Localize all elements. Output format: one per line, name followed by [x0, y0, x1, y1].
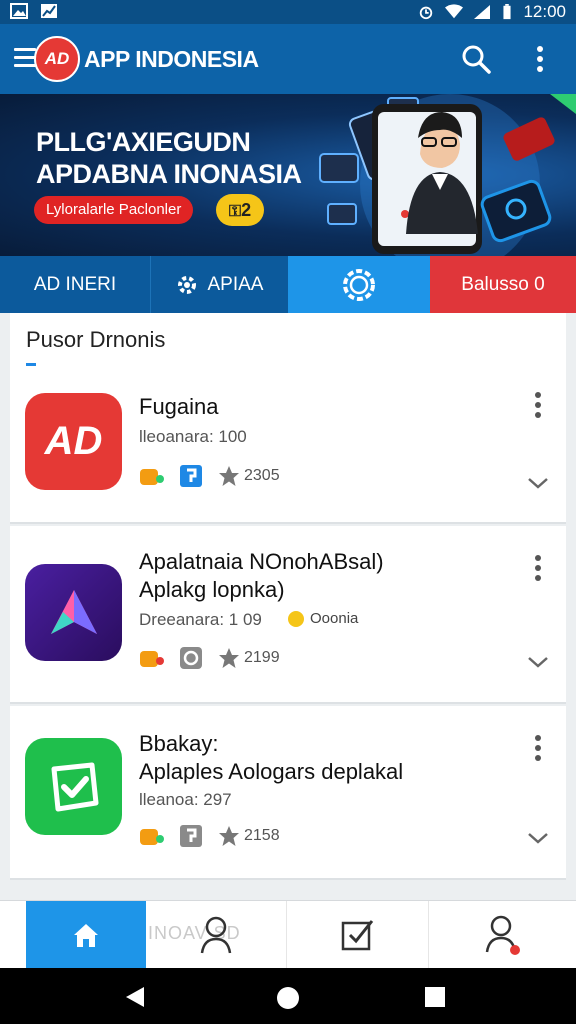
app-name: Fugaina	[139, 394, 219, 419]
image-notification-icon	[10, 3, 28, 19]
app-bar: AD APP INDONESIA	[0, 24, 576, 94]
recents-icon[interactable]	[425, 987, 445, 1007]
signal-icon	[474, 5, 491, 19]
smile-icon	[288, 610, 304, 627]
chevron-down-icon[interactable]	[526, 473, 550, 493]
wifi-icon	[445, 4, 464, 19]
rating-value: 2199	[244, 649, 280, 666]
star-icon	[219, 826, 239, 846]
account-alert-icon	[485, 915, 520, 955]
app-icon	[25, 738, 122, 835]
chevron-down-icon[interactable]	[526, 828, 550, 848]
home-icon	[74, 924, 98, 947]
category-tabs: AD INERI APIAA Balusso 0	[0, 256, 576, 313]
checkbox-icon	[341, 920, 373, 951]
app-name-line2: Aplaples Aologars deplakal	[139, 759, 404, 784]
overflow-menu-icon[interactable]	[528, 44, 552, 74]
trophy-badge-icon	[140, 469, 164, 485]
arrow-logo-icon	[50, 589, 97, 634]
app-card[interactable]: Apalatnaia NOnohABsal) Aplakg lopnka) Dr…	[10, 526, 566, 704]
app-meta: lleoanara: 100	[139, 427, 247, 446]
chevron-down-icon[interactable]	[526, 652, 550, 672]
tab-settings[interactable]	[288, 256, 430, 313]
system-navigation-bar	[0, 968, 576, 1024]
app-logo: AD	[34, 36, 80, 82]
status-time: 12:00	[523, 2, 566, 21]
item-menu-icon[interactable]	[530, 734, 546, 762]
item-menu-icon[interactable]	[530, 391, 546, 419]
nav-home[interactable]	[26, 901, 146, 969]
section-header: Pusor Drnonis	[10, 313, 566, 369]
nav-profile[interactable]	[146, 901, 286, 969]
app-name-line1: Apalatnaia NOnohABsal)	[139, 549, 384, 574]
tab-label: APIAA	[207, 273, 264, 295]
star-icon	[219, 466, 239, 486]
gear-icon	[177, 275, 196, 294]
item-menu-icon[interactable]	[530, 554, 546, 582]
app-icon	[25, 564, 122, 661]
app-icon-text: AD	[44, 419, 103, 463]
banner-illustration	[319, 94, 576, 256]
home-circle-icon[interactable]	[276, 986, 300, 1010]
key-icon: ⚿	[228, 203, 242, 220]
section-title: Pusor Drnonis	[26, 327, 166, 352]
bottom-navigation: INOAV SD	[0, 900, 576, 969]
document-icon	[180, 825, 202, 847]
app-meta: Dreeanara: 1 09	[139, 610, 262, 629]
section-underline	[26, 363, 36, 366]
app-tags: 2158	[138, 824, 280, 848]
banner-badge: ⚿2	[216, 194, 264, 226]
check-tile-icon	[51, 762, 98, 811]
tab-balusso[interactable]: Balusso 0	[430, 256, 576, 313]
app-rating: 2158	[218, 825, 280, 847]
promo-banner[interactable]: PLLG'AXIEGUDN APDABNA INONASIA Lyloralar…	[0, 94, 576, 256]
app-title: APP INDONESIA	[84, 46, 259, 72]
tab-label: Balusso 0	[461, 273, 545, 295]
trophy-badge-icon	[140, 651, 164, 667]
app-name: Bbakay: Aplaples Aologars deplakal	[139, 730, 403, 786]
app-rating: 2199	[218, 647, 280, 669]
status-bar: 12:00	[0, 0, 576, 24]
back-icon[interactable]	[124, 986, 146, 1008]
app-extra-label: Ooonia	[310, 610, 359, 627]
menu-icon[interactable]	[14, 48, 36, 68]
battery-icon	[503, 4, 512, 20]
settings-badge-icon	[343, 268, 375, 301]
tab-label: AD INERI	[33, 273, 117, 295]
app-card[interactable]: Bbakay: Aplaples Aologars deplakal llean…	[10, 706, 566, 880]
banner-cta-button[interactable]: Lyloralarle Paclonler	[34, 196, 194, 224]
nav-tasks[interactable]	[286, 901, 428, 969]
search-icon[interactable]	[460, 43, 492, 75]
app-name: Apalatnaia NOnohABsal) Aplakg lopnka)	[139, 548, 384, 604]
app-tags: 2305	[138, 464, 280, 488]
trophy-badge-icon	[140, 829, 164, 845]
tab-ad-ineri[interactable]: AD INERI	[0, 256, 150, 313]
rating-value: 2305	[244, 467, 280, 484]
banner-title-line1: PLLG'AXIEGUDN	[36, 127, 251, 157]
app-card[interactable]: AD Fugaina lleoanara: 100 2305	[10, 369, 566, 524]
banner-title-line2: APDABNA INONASIA	[36, 159, 302, 189]
star-icon	[219, 648, 239, 668]
alarm-icon	[420, 6, 433, 20]
banner-title: PLLG'AXIEGUDN APDABNA INONASIA	[36, 126, 302, 190]
rating-value: 2158	[244, 827, 280, 844]
app-rating: 2305	[218, 465, 280, 487]
app-name-line1: Bbakay:	[139, 731, 219, 756]
app-name-line2: Aplakg lopnka)	[139, 577, 285, 602]
banner-badge-value: 2	[241, 200, 252, 220]
app-icon: AD	[25, 393, 122, 490]
app-meta: lleanoa: 297	[139, 790, 232, 809]
person-icon	[200, 916, 232, 954]
share-icon	[180, 647, 202, 669]
app-extra: Ooonia	[288, 610, 358, 627]
nav-account[interactable]	[428, 901, 576, 969]
tab-apiaa[interactable]: APIAA	[150, 256, 288, 313]
app-tags: 2199	[138, 646, 280, 670]
app-screen: 12:00 AD APP INDONESIA PLLG'AXIEGUDN APD…	[0, 0, 576, 1024]
document-icon	[180, 465, 202, 487]
chart-notification-icon	[41, 4, 57, 18]
